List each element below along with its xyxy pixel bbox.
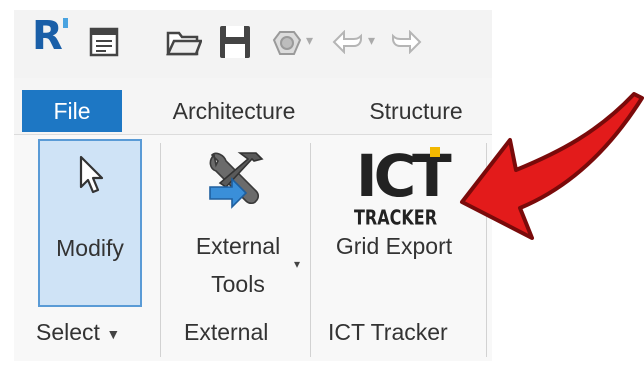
sync-dropdown-icon[interactable]: ▾ <box>306 32 313 49</box>
sync-icon[interactable] <box>270 26 304 60</box>
panel-divider <box>160 143 161 357</box>
grid-export-button[interactable]: ICT TRACKER Grid Export <box>314 139 474 309</box>
select-panel-text: Select <box>36 319 100 345</box>
chevron-down-icon: ▼ <box>106 325 121 342</box>
ribbon-panel: Modify Select ▼ External Tools ▾ Externa… <box>14 134 492 361</box>
external-tools-label-line1: External <box>195 233 281 259</box>
panel-select-label[interactable]: Select ▼ <box>36 319 120 346</box>
undo-icon[interactable] <box>332 30 364 54</box>
tools-icon <box>209 152 264 209</box>
undo-dropdown-icon[interactable]: ▾ <box>368 32 375 49</box>
revit-window: R ▾ ▾ File Architecture Structure Modify… <box>14 10 492 361</box>
redo-icon[interactable] <box>390 30 422 54</box>
grid-export-label: Grid Export <box>335 233 453 259</box>
tab-file[interactable]: File <box>22 90 122 132</box>
ict-logo-accent <box>430 147 440 157</box>
revit-logo-icon[interactable]: R <box>32 16 68 56</box>
external-tools-label-line2: Tools <box>211 271 265 297</box>
red-arrow-icon <box>460 92 644 240</box>
panel-ict-tracker-label: ICT Tracker <box>328 319 448 345</box>
cursor-arrow-icon <box>79 155 104 194</box>
modify-button[interactable]: Modify <box>38 139 142 307</box>
external-tools-dropdown-icon[interactable]: ▾ <box>294 257 300 271</box>
external-tools-button[interactable]: External Tools ▾ <box>172 139 304 309</box>
save-icon[interactable] <box>218 24 252 60</box>
ict-tracker-logo-icon: ICT TRACKER <box>352 147 452 230</box>
panel-external-label: External <box>184 319 269 345</box>
quick-access-toolbar: R ▾ ▾ <box>14 10 492 78</box>
ict-logo-sub-text: TRACKER <box>354 205 438 230</box>
ribbon-tabs: File Architecture Structure <box>14 86 492 132</box>
panel-divider <box>310 143 311 357</box>
modify-label: Modify <box>56 235 124 261</box>
tab-architecture[interactable]: Architecture <box>154 92 314 130</box>
open-folder-icon[interactable] <box>166 28 202 58</box>
project-browser-icon[interactable] <box>88 26 120 58</box>
